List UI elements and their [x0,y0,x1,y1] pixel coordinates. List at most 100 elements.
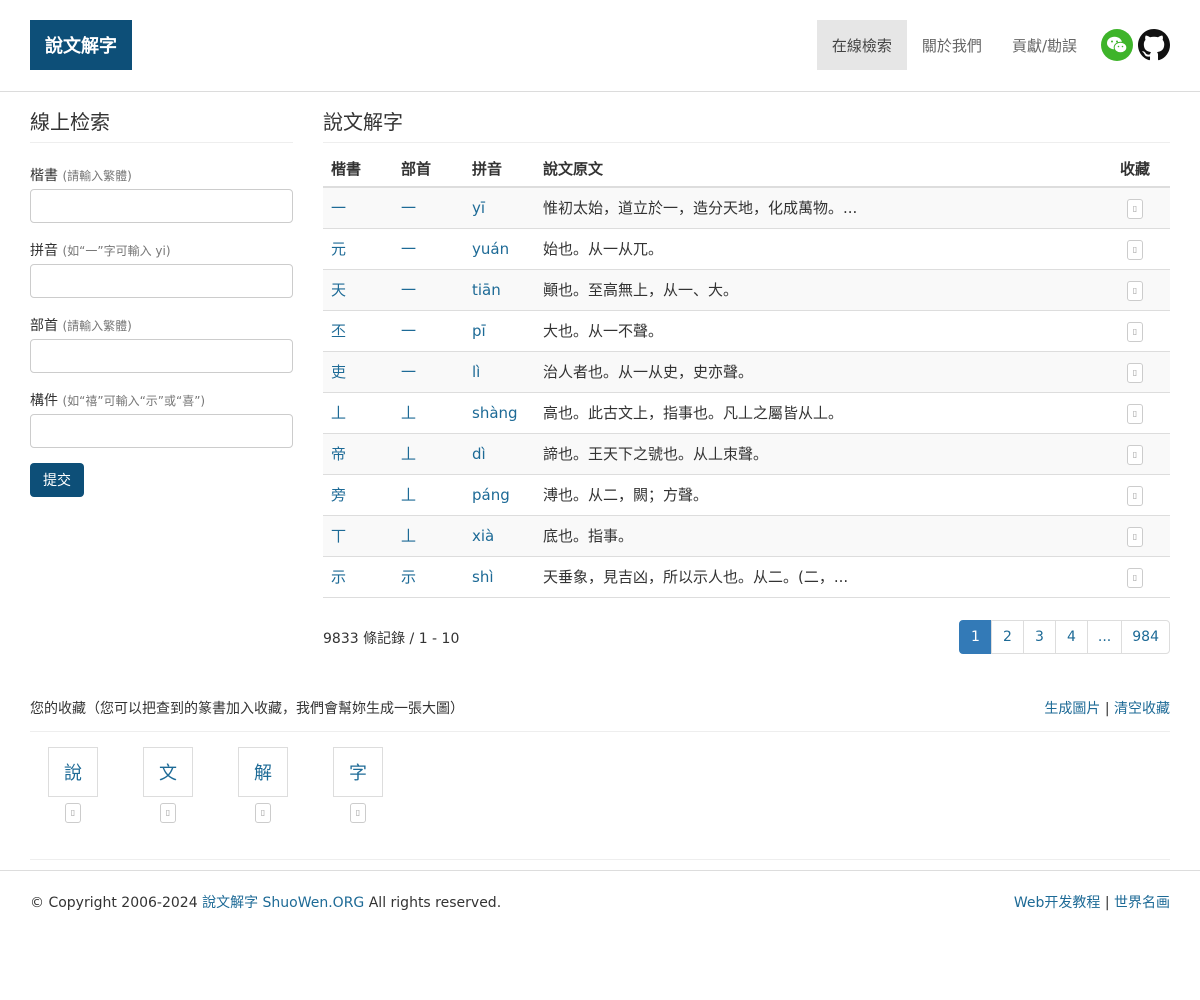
page-last[interactable]: 984 [1121,620,1170,654]
radical-link[interactable]: 一 [401,281,416,299]
favorite-item: 解 ▯ [238,747,288,823]
favorites-section: 您的收藏（您可以把查到的篆書加入收藏，我們會幫妳生成一張大圖） 生成圖片 | 清… [30,690,1170,823]
results-table: 楷書 部首 拼音 說文原文 收藏 一一 yī 惟初太始，道立於一，造分天地，化成萬物… [323,151,1170,598]
results-title: 說文解字 [323,92,1170,143]
site-header: 說文解字 在線檢索 關於我們 貢獻/勘誤 [0,0,1200,92]
footer-link-web-tutorial[interactable]: Web开发教程 [1014,895,1101,911]
favorite-char[interactable]: 字 [333,747,383,797]
page-4[interactable]: 4 [1054,620,1088,654]
social-links [1101,29,1170,61]
table-row: 天 一 tiān 顚也。至高無上，从一、大。 ▯ [323,269,1170,311]
page-1[interactable]: 1 [958,620,992,654]
site-logo[interactable]: 說文解字 [30,20,132,70]
wechat-icon[interactable] [1101,29,1133,61]
nav-contribute[interactable]: 貢獻/勘誤 [997,20,1092,70]
add-favorite-button[interactable]: ▯ [1127,403,1143,424]
nav-search[interactable]: 在線檢索 [816,20,907,70]
add-favorite-button[interactable]: ▯ [1127,567,1143,588]
field-radical: 部首 (請輸入繁體) [30,313,293,373]
add-favorite-button[interactable]: ▯ [1127,198,1143,219]
field-label: 構件 [30,393,58,409]
favorite-item: 字 ▯ [333,747,383,823]
radical-link[interactable]: 示 [401,568,416,586]
add-favorite-button[interactable]: ▯ [1127,444,1143,465]
remove-favorite-button[interactable]: ▯ [350,803,366,823]
divider [0,870,1200,871]
rights-text: All rights reserved. [368,895,502,911]
remove-favorite-button[interactable]: ▯ [255,803,271,823]
shuowen-text: 治人者也。从一从史，史亦聲。 [535,351,1100,393]
shuowen-text: 惟初太始，道立於一，造分天地，化成萬物。... [535,187,1100,229]
separator: | [1104,895,1110,911]
field-label: 拼音 [30,243,58,259]
favorite-char[interactable]: 文 [143,747,193,797]
char-link[interactable]: 元 [331,240,346,258]
pinyin-link[interactable]: yī [472,199,485,217]
table-row: 丄 丄 shàng 高也。此古文上，指事也。凡丄之屬皆从丄。 ▯ [323,392,1170,434]
page-2[interactable]: 2 [990,620,1024,654]
char-link[interactable]: 天 [331,281,346,299]
add-favorite-button[interactable]: ▯ [1127,362,1143,383]
char-link[interactable]: 吏 [331,363,346,381]
char-link[interactable]: 示 [331,568,346,586]
pinyin-link[interactable]: tiān [472,281,501,299]
radical-link[interactable]: 一 [401,199,416,217]
radical-link[interactable]: 丄 [401,445,416,463]
char-link[interactable]: 丕 [331,322,346,340]
radical-link[interactable]: 一 [401,322,416,340]
column-header: 楷書 [323,151,393,188]
pinyin-link[interactable]: pī [472,322,486,340]
nav-about[interactable]: 關於我們 [907,20,997,70]
kaishu-input[interactable] [30,189,293,223]
table-row: 帝 丄 dì 諦也。王天下之號也。从丄朿聲。 ▯ [323,433,1170,475]
add-favorite-button[interactable]: ▯ [1127,280,1143,301]
remove-favorite-button[interactable]: ▯ [160,803,176,823]
generate-image-link[interactable]: 生成圖片 [1044,701,1100,717]
clear-favorites-link[interactable]: 清空收藏 [1114,701,1170,717]
pinyin-link[interactable]: shì [472,568,494,586]
remove-favorite-button[interactable]: ▯ [65,803,81,823]
favorite-char[interactable]: 解 [238,747,288,797]
char-link[interactable]: 旁 [331,486,346,504]
shuowen-text: 溥也。从二，闕；方聲。 [535,474,1100,516]
add-favorite-button[interactable]: ▯ [1127,239,1143,260]
pinyin-link[interactable]: dì [472,445,486,463]
page-ellipsis[interactable]: ... [1086,620,1123,654]
add-favorite-button[interactable]: ▯ [1127,485,1143,506]
component-input[interactable] [30,414,293,448]
radical-link[interactable]: 一 [401,363,416,381]
radical-input[interactable] [30,339,293,373]
shuowen-text: 諦也。王天下之號也。从丄朿聲。 [535,433,1100,475]
char-link[interactable]: 一 [331,199,346,217]
radical-link[interactable]: 一 [401,240,416,258]
add-favorite-button[interactable]: ▯ [1127,526,1143,547]
pinyin-link[interactable]: lì [472,363,480,381]
add-favorite-button[interactable]: ▯ [1127,321,1143,342]
favorite-char[interactable]: 說 [48,747,98,797]
char-link[interactable]: 丄 [331,404,346,422]
column-header: 收藏 [1100,151,1170,188]
pinyin-link[interactable]: páng [472,486,510,504]
field-hint: (請輸入繁體) [62,319,132,333]
char-link[interactable]: 帝 [331,445,346,463]
radical-link[interactable]: 丄 [401,527,416,545]
footer-link-world-paintings[interactable]: 世界名画 [1114,895,1170,911]
table-row: 吏 一 lì 治人者也。从一从史，史亦聲。 ▯ [323,351,1170,393]
site-link[interactable]: 說文解字 ShuoWen.ORG [202,895,364,911]
table-row: 丕 一 pī 大也。从一不聲。 ▯ [323,310,1170,352]
github-icon[interactable] [1138,29,1170,61]
char-link[interactable]: 丅 [331,527,346,545]
pinyin-input[interactable] [30,264,293,298]
favorite-item: 說 ▯ [48,747,98,823]
submit-button[interactable]: 提交 [30,463,84,497]
radical-link[interactable]: 丄 [401,486,416,504]
page-3[interactable]: 3 [1022,620,1056,654]
pinyin-link[interactable]: yuán [472,240,509,258]
pinyin-link[interactable]: xià [472,527,494,545]
pinyin-link[interactable]: shàng [472,404,518,422]
radical-link[interactable]: 丄 [401,404,416,422]
shuowen-text: 底也。指事。 [535,515,1100,557]
table-header-row: 楷書 部首 拼音 說文原文 收藏 [323,151,1170,188]
shuowen-text: 大也。从一不聲。 [535,310,1100,352]
table-row: 元 一 yuán 始也。从一从兀。 ▯ [323,228,1170,270]
